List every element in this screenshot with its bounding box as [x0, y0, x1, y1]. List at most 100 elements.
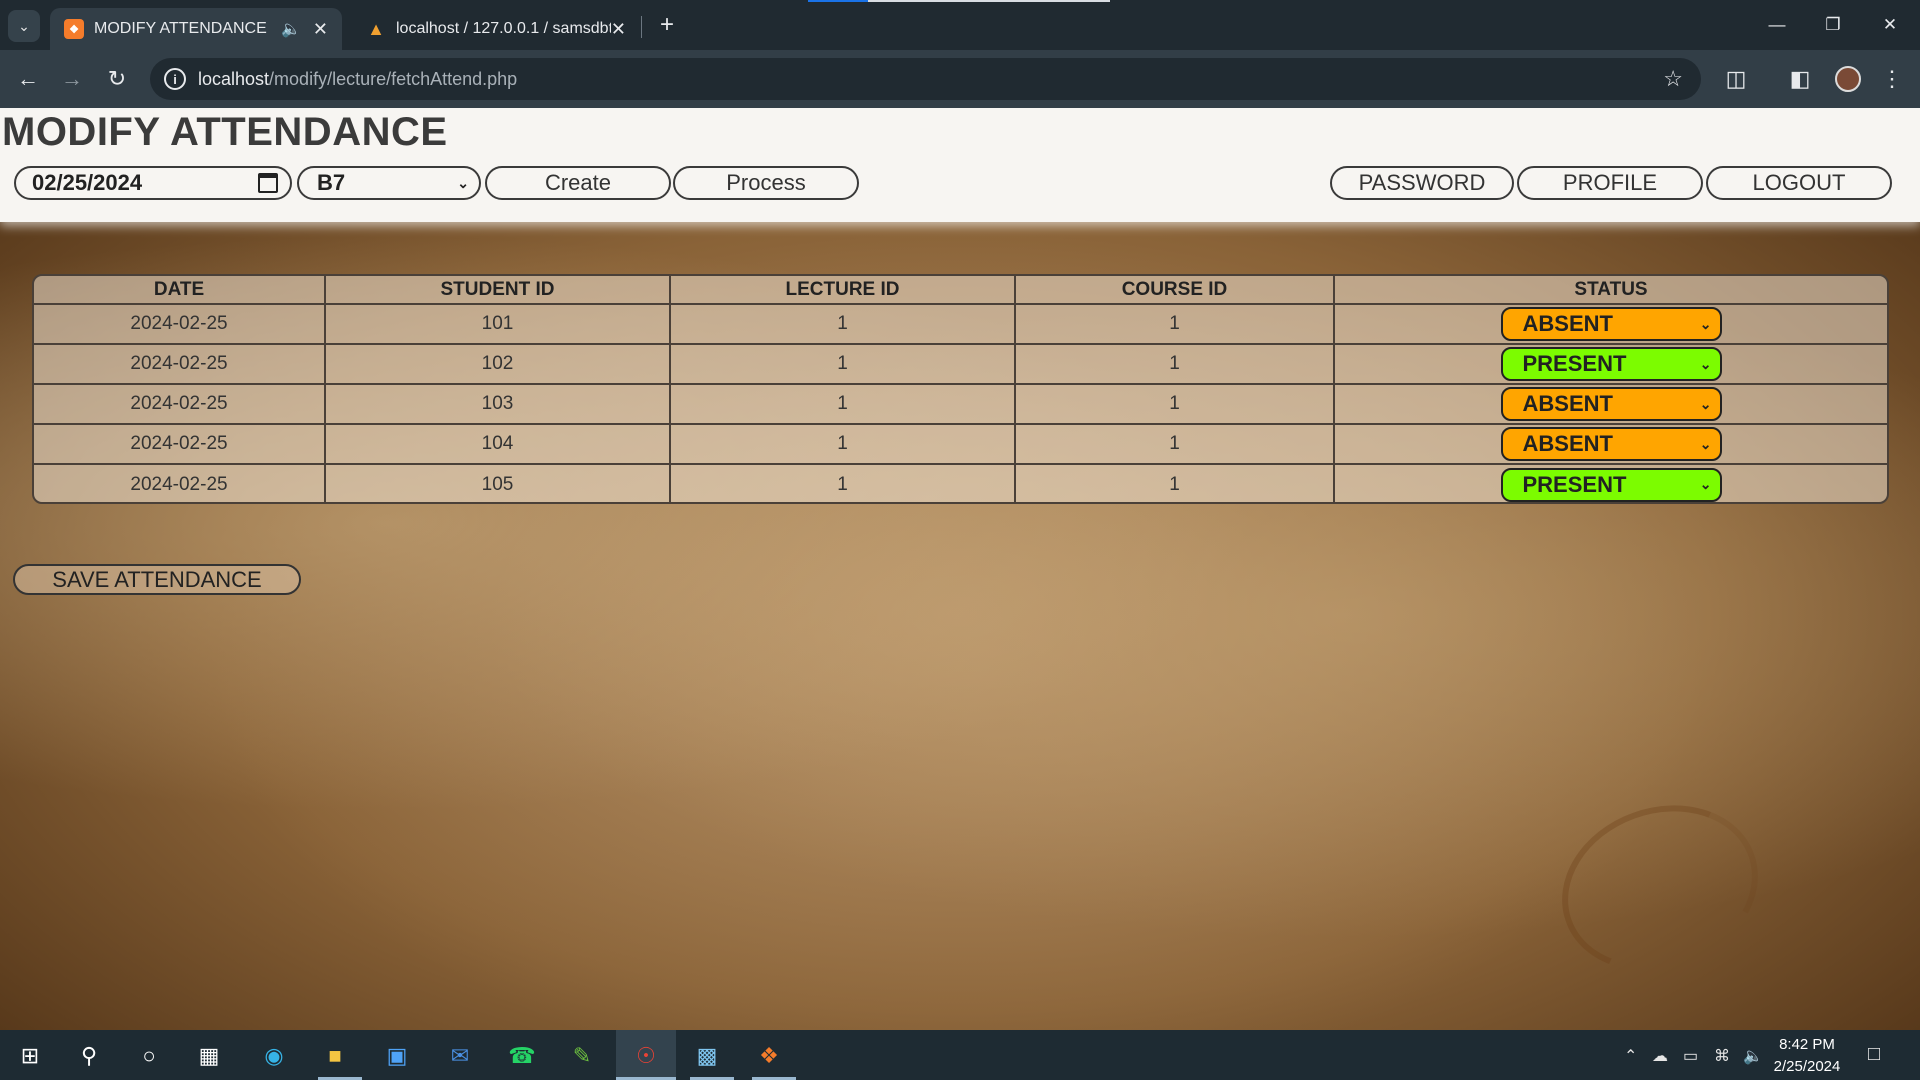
- column-header-course-id: COURSE ID: [1015, 276, 1335, 305]
- profile-avatar[interactable]: [1835, 66, 1861, 92]
- chevron-up-icon[interactable]: ⌃: [1624, 1046, 1637, 1066]
- status-value: PRESENT: [1522, 471, 1627, 497]
- chevron-down-icon: ⌄: [1699, 315, 1712, 332]
- tab-strip: ⌄ ❖ MODIFY ATTENDANCE 🔈 ✕ ▲ localhost / …: [0, 0, 1920, 50]
- tab-modify-attendance[interactable]: ❖ MODIFY ATTENDANCE 🔈 ✕: [50, 8, 342, 50]
- attendance-table: DATE STUDENT ID LECTURE ID COURSE ID STA…: [32, 274, 1889, 504]
- cell-lecture-id: 1: [670, 464, 1016, 502]
- loading-bar: [808, 0, 1110, 2]
- browser-toolbar: ← → ↻ i localhost/modify/lecture/fetchAt…: [0, 50, 1920, 108]
- status-select[interactable]: ABSENT ⌄: [1500, 307, 1722, 341]
- date-input[interactable]: 02/25/2024: [14, 166, 292, 200]
- cell-date: 2024-02-25: [34, 384, 326, 425]
- system-clock[interactable]: 8:42 PM 2/25/2024: [1772, 1034, 1842, 1078]
- cell-status: ABSENT ⌄: [1334, 304, 1887, 345]
- cell-student-id: 101: [325, 304, 671, 345]
- close-tab-icon[interactable]: ✕: [313, 19, 328, 40]
- status-select[interactable]: PRESENT ⌄: [1500, 347, 1722, 381]
- notepad-plus-icon[interactable]: ✎: [565, 1039, 599, 1073]
- edge-icon[interactable]: ◉: [257, 1039, 291, 1073]
- terminal-icon[interactable]: ▩: [690, 1039, 724, 1073]
- status-value: ABSENT: [1522, 431, 1613, 456]
- cell-course-id: 1: [1015, 464, 1335, 502]
- calendar-icon[interactable]: [258, 173, 278, 193]
- table-row: 2024-02-25 104 1 1 ABSENT ⌄: [34, 424, 1887, 465]
- cell-date: 2024-02-25: [34, 464, 326, 502]
- bookmark-star-icon[interactable]: ☆: [1663, 66, 1683, 92]
- windows-start-icon[interactable]: ⊞: [13, 1039, 47, 1073]
- cell-course-id: 1: [1015, 384, 1335, 425]
- cell-student-id: 105: [325, 464, 671, 502]
- xampp-icon[interactable]: ❖: [752, 1039, 786, 1073]
- cell-lecture-id: 1: [670, 304, 1016, 345]
- cell-student-id: 104: [325, 424, 671, 465]
- volume-icon[interactable]: 🔈: [1743, 1046, 1763, 1066]
- cell-date: 2024-02-25: [34, 424, 326, 465]
- logout-button[interactable]: LOGOUT: [1706, 166, 1892, 200]
- profile-button[interactable]: PROFILE: [1517, 166, 1703, 200]
- chevron-down-icon: ⌄: [1699, 355, 1712, 372]
- notification-icon[interactable]: □: [1868, 1043, 1880, 1066]
- forward-icon[interactable]: →: [56, 63, 88, 95]
- battery-icon[interactable]: ▭: [1683, 1046, 1698, 1066]
- close-tab-icon[interactable]: ✕: [611, 19, 626, 40]
- search-icon[interactable]: ⚲: [72, 1039, 106, 1073]
- reload-icon[interactable]: ↻: [101, 63, 133, 95]
- onedrive-icon[interactable]: ☁: [1652, 1046, 1668, 1066]
- password-button[interactable]: PASSWORD: [1330, 166, 1514, 200]
- task-view-icon[interactable]: ▦: [192, 1039, 226, 1073]
- column-header-date: DATE: [34, 276, 326, 305]
- new-tab-icon[interactable]: +: [652, 10, 682, 40]
- cell-course-id: 1: [1015, 344, 1335, 385]
- save-attendance-button[interactable]: SAVE ATTENDANCE: [13, 564, 301, 595]
- taskbar: ⊞ ⚲ ○ ▦ ◉ ■ ▣ ✉ ☎ ✎ ☉ ▩ ❖ ⌃ ☁ ▭ ⌘ 🔈 8:42…: [0, 1030, 1920, 1080]
- cell-lecture-id: 1: [670, 344, 1016, 385]
- table-row: 2024-02-25 102 1 1 PRESENT ⌄: [34, 344, 1887, 385]
- cell-date: 2024-02-25: [34, 344, 326, 385]
- site-info-icon[interactable]: i: [164, 68, 186, 90]
- minimize-icon[interactable]: —: [1757, 8, 1797, 42]
- status-select[interactable]: ABSENT ⌄: [1500, 387, 1722, 421]
- whatsapp-icon[interactable]: ☎: [505, 1039, 539, 1073]
- menu-dots-icon[interactable]: ⋮: [1876, 63, 1908, 95]
- file-explorer-icon[interactable]: ■: [318, 1039, 352, 1073]
- mail-icon[interactable]: ✉: [443, 1039, 477, 1073]
- speaker-icon[interactable]: 🔈: [281, 19, 301, 39]
- tab-search-icon[interactable]: ⌄: [8, 10, 40, 42]
- cortana-icon[interactable]: ○: [132, 1039, 166, 1073]
- tab-title: MODIFY ATTENDANCE: [94, 20, 267, 37]
- cell-course-id: 1: [1015, 304, 1335, 345]
- status-select[interactable]: ABSENT ⌄: [1500, 427, 1722, 461]
- status-value: PRESENT: [1522, 351, 1627, 376]
- cell-lecture-id: 1: [670, 384, 1016, 425]
- address-bar[interactable]: i localhost/modify/lecture/fetchAttend.p…: [150, 58, 1701, 100]
- clock-time: 8:42 PM: [1779, 1036, 1835, 1053]
- column-header-lecture-id: LECTURE ID: [670, 276, 1016, 305]
- restore-icon[interactable]: ❐: [1813, 8, 1853, 42]
- chevron-down-icon: ⌄: [1699, 395, 1712, 412]
- wifi-icon[interactable]: ⌘: [1714, 1046, 1730, 1066]
- cell-student-id: 102: [325, 344, 671, 385]
- chevron-down-icon: ⌄: [1699, 476, 1712, 492]
- cell-lecture-id: 1: [670, 424, 1016, 465]
- tab-divider: [641, 16, 642, 38]
- cell-status: ABSENT ⌄: [1334, 424, 1887, 465]
- chrome-icon[interactable]: ☉: [629, 1039, 663, 1073]
- table-header-row: DATE STUDENT ID LECTURE ID COURSE ID STA…: [34, 276, 1887, 305]
- status-value: ABSENT: [1522, 391, 1613, 416]
- chevron-down-icon: ⌄: [1699, 435, 1712, 452]
- create-button[interactable]: Create: [485, 166, 671, 200]
- page-body: MODIFY ATTENDANCE 02/25/2024 B7 ⌄ Create…: [0, 108, 1920, 1030]
- back-icon[interactable]: ←: [12, 63, 44, 95]
- extensions-icon[interactable]: ◫: [1720, 63, 1752, 95]
- side-panel-icon[interactable]: ◧: [1784, 63, 1816, 95]
- lecture-select[interactable]: B7 ⌄: [297, 166, 481, 200]
- tab-phpmyadmin[interactable]: ▲ localhost / 127.0.0.1 / samsdbte ✕: [352, 8, 640, 50]
- close-window-icon[interactable]: ✕: [1870, 8, 1910, 42]
- cell-date: 2024-02-25: [34, 304, 326, 345]
- cell-course-id: 1: [1015, 424, 1335, 465]
- process-button[interactable]: Process: [673, 166, 859, 200]
- status-select[interactable]: PRESENT ⌄: [1500, 467, 1722, 502]
- page-title: MODIFY ATTENDANCE: [2, 110, 448, 154]
- microsoft-store-icon[interactable]: ▣: [380, 1039, 414, 1073]
